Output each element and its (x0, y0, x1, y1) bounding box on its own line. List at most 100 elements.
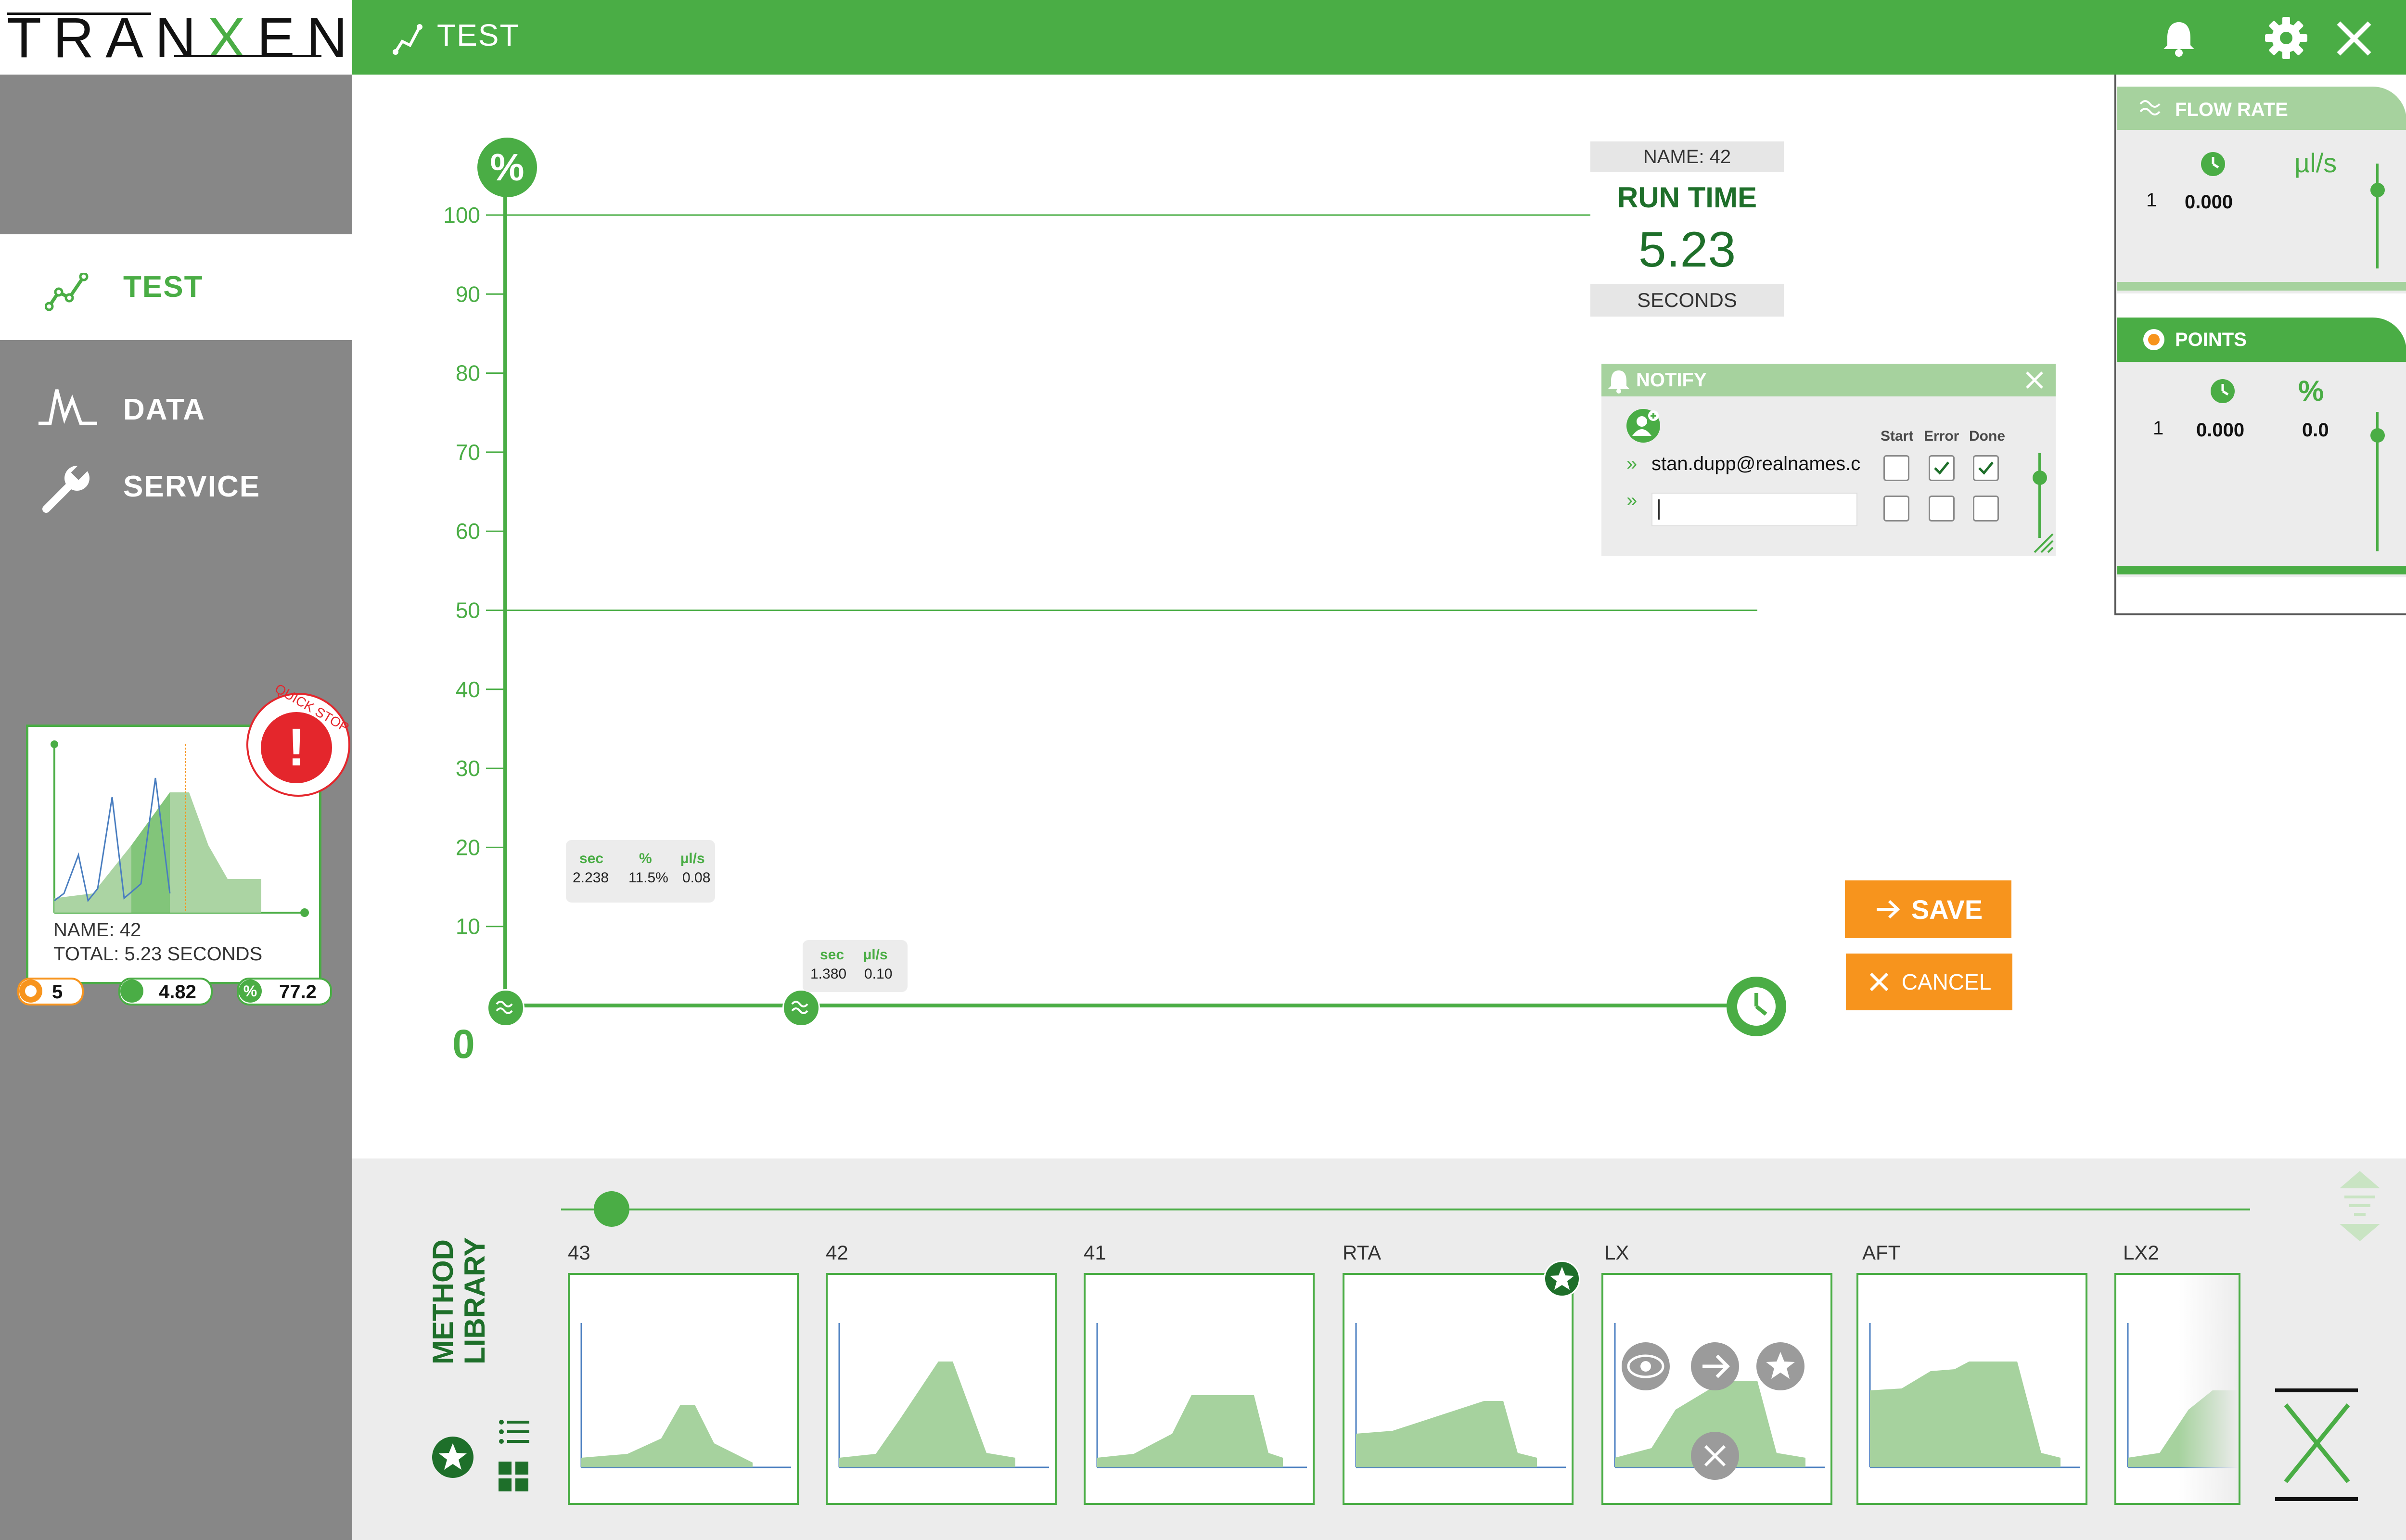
y-tick-label: 70 (456, 440, 480, 465)
flow-row-value[interactable]: 0.000 (2185, 191, 2233, 213)
done-checkbox[interactable] (1973, 496, 1999, 522)
brand-x-icon (2275, 1388, 2358, 1501)
sidebar-item-label: DATA (123, 393, 205, 426)
tooltip-header: % (639, 851, 652, 866)
flow-unit: µl/s (2294, 148, 2337, 178)
y-tick-label: 10 (456, 914, 480, 939)
run-time-label: RUN TIME (1617, 181, 1757, 214)
resize-handle-icon[interactable] (2033, 532, 2055, 554)
y-tick-label: 80 (456, 361, 480, 386)
favorites-filter-icon[interactable] (432, 1437, 474, 1478)
y-tick-label: 50 (456, 598, 480, 623)
flow-point-marker[interactable] (487, 989, 525, 1027)
method-name: RTA (1343, 1241, 1382, 1264)
flow-rate-header: FLOW RATE (2117, 87, 2406, 130)
column-start: Start (1881, 428, 1914, 444)
quick-stop-button[interactable]: ! QUICK STOP (246, 681, 352, 797)
delete-method-icon[interactable] (1691, 1432, 1739, 1480)
top-bar (352, 0, 2406, 75)
sidebar-item-label: SERVICE (123, 470, 261, 503)
preview-eye-icon[interactable] (1622, 1342, 1670, 1390)
flow-row-index: 1 (2146, 190, 2157, 211)
method-name: LX (1604, 1241, 1629, 1264)
library-scroll-track[interactable] (561, 1209, 2250, 1210)
origin-label: 0 (452, 1021, 475, 1067)
notify-scrollbar[interactable] (2038, 453, 2041, 538)
wrench-icon (42, 463, 90, 513)
collapse-library-icon[interactable] (2336, 1169, 2384, 1246)
flow-panel-footer (2117, 282, 2406, 291)
close-icon[interactable] (2024, 369, 2045, 391)
points-scroll-thumb[interactable] (2370, 428, 2385, 443)
points-panel: POINTS % 1 0.000 0.0 (2117, 318, 2406, 577)
notify-email-input[interactable] (1651, 493, 1857, 526)
favorite-toggle-icon[interactable] (1756, 1342, 1804, 1390)
method-card-42[interactable] (826, 1273, 1057, 1505)
bell-icon[interactable] (2160, 18, 2198, 57)
notify-email[interactable]: stan.dupp@realnames.c (1651, 453, 1860, 475)
flow-rate-panel: FLOW RATE µl/s 1 0.000 (2117, 87, 2406, 293)
points-row-time[interactable]: 0.000 (2196, 420, 2244, 441)
peaks-icon (38, 389, 97, 425)
save-label: SAVE (1911, 894, 1983, 925)
time-badge: 4.82 (118, 978, 213, 1005)
tooltip-value: 11.5% (628, 870, 668, 886)
done-checkbox[interactable] (1973, 455, 1999, 481)
y-tick-label: 20 (456, 835, 480, 860)
list-view-icon[interactable] (498, 1418, 531, 1447)
row-prefix: » (1626, 453, 1638, 474)
start-checkbox[interactable] (1883, 496, 1909, 522)
preview-name: NAME: 42 (53, 919, 141, 941)
cancel-button[interactable]: CANCEL (1846, 954, 2012, 1010)
method-name: 43 (568, 1241, 590, 1264)
method-card-lx[interactable] (1601, 1273, 1832, 1505)
method-card-lx2[interactable] (2114, 1273, 2240, 1505)
line-chart-icon (45, 273, 89, 311)
close-app-icon[interactable] (2335, 19, 2373, 58)
flow-scrollbar[interactable] (2376, 164, 2379, 268)
clock-icon (2201, 152, 2225, 176)
arrow-right-icon (1876, 900, 1900, 919)
flow-point-tooltip: sec µl/s 1.380 0.10 (803, 940, 908, 992)
gear-icon[interactable] (2265, 16, 2308, 60)
sidebar-item-service[interactable]: SERVICE (0, 457, 352, 515)
logo: TRANXEND (7, 7, 411, 69)
sidebar-item-data[interactable]: DATA (0, 380, 352, 438)
load-arrow-icon[interactable] (1691, 1342, 1739, 1390)
method-name: 42 (826, 1241, 848, 1264)
tooltip-value: 1.380 (810, 966, 847, 982)
library-scroll-thumb[interactable] (594, 1191, 629, 1227)
percent-value: 77.2 (279, 981, 317, 1003)
start-checkbox[interactable] (1883, 455, 1909, 481)
sidebar-item-test[interactable]: TEST (0, 234, 352, 340)
points-icon (19, 980, 42, 1003)
grid-view-icon[interactable] (498, 1461, 529, 1492)
points-row-percent[interactable]: 0.0 (2302, 420, 2329, 441)
notify-scroll-thumb[interactable] (2033, 471, 2047, 485)
error-checkbox[interactable] (1929, 496, 1955, 522)
method-name: AFT (1862, 1241, 1901, 1264)
flow-point-marker[interactable] (782, 989, 820, 1027)
error-checkbox[interactable] (1929, 455, 1955, 481)
favorite-star-icon[interactable] (1544, 1260, 1580, 1297)
time-axis-clock-icon (1727, 977, 1786, 1036)
method-card-43[interactable] (568, 1273, 799, 1505)
add-contact-icon[interactable] (1626, 409, 1660, 443)
points-title: POINTS (2175, 329, 2247, 350)
method-card-aft[interactable] (1856, 1273, 2087, 1505)
save-button[interactable]: SAVE (1845, 880, 2011, 938)
points-header: POINTS (2117, 318, 2406, 362)
run-time-unit: SECONDS (1590, 284, 1784, 317)
flow-rate-title: FLOW RATE (2175, 99, 2288, 120)
tooltip-header: sec (820, 947, 845, 963)
page-title: TEST (437, 18, 520, 52)
wave-icon (2139, 100, 2161, 115)
flow-scroll-thumb[interactable] (2370, 183, 2385, 197)
points-count: 5 (52, 981, 63, 1003)
method-card-41[interactable] (1084, 1273, 1315, 1505)
method-card-rta[interactable] (1343, 1273, 1574, 1505)
column-done: Done (1969, 428, 2005, 444)
library-title-line1: METHOD (427, 1239, 459, 1364)
y-tick-label: 60 (456, 519, 480, 544)
y-tick-label: 30 (456, 756, 480, 781)
